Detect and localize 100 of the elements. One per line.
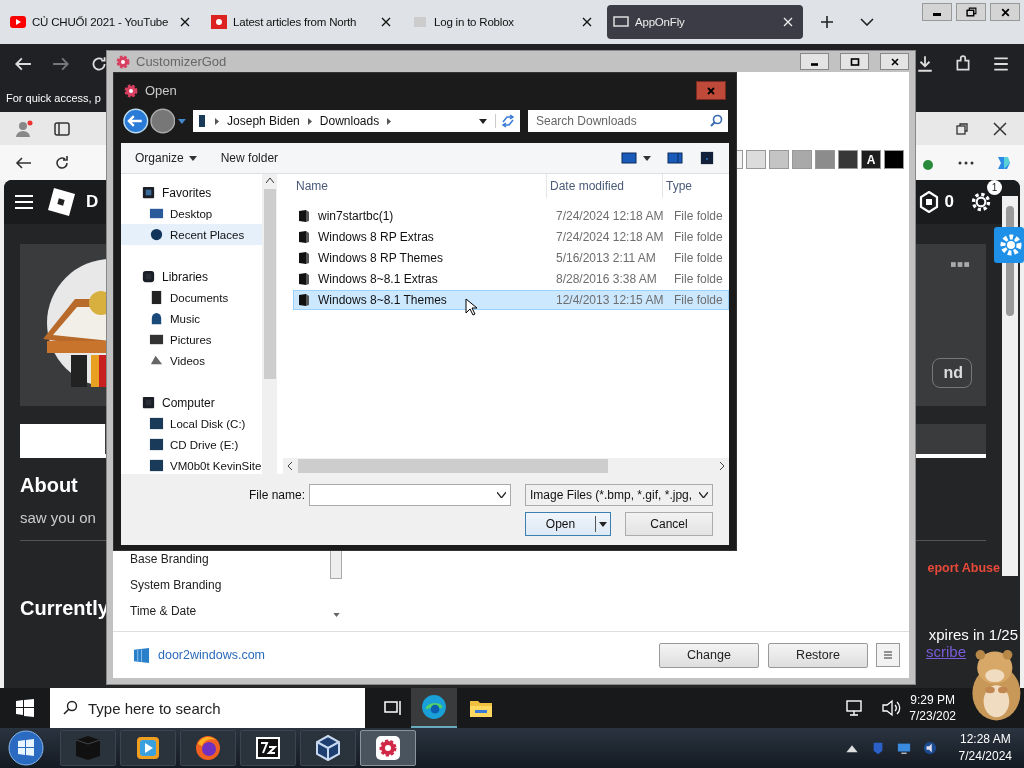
tree-item[interactable]: Music <box>121 308 262 329</box>
list-item[interactable]: Base Branding <box>130 552 330 566</box>
color-swatch[interactable] <box>838 150 858 169</box>
file-row[interactable]: Windows 8~8.1 Extras 8/28/2016 3:38 AM File folde <box>293 269 729 289</box>
volume-icon[interactable] <box>881 699 902 717</box>
chevron-icon[interactable] <box>860 18 874 26</box>
tree-item[interactable]: Computer <box>121 392 262 413</box>
scroll-left-icon[interactable] <box>287 462 292 470</box>
new-folder-button[interactable]: New folder <box>216 148 283 168</box>
view-dropdown-icon[interactable] <box>643 155 651 161</box>
reload-icon[interactable] <box>90 55 108 73</box>
tree-item[interactable]: Libraries <box>121 266 262 287</box>
browser-tab[interactable]: AppOnFly <box>607 5 803 39</box>
column-header[interactable]: Name <box>293 174 547 198</box>
file-name-field[interactable] <box>309 484 511 506</box>
start-orb-icon[interactable] <box>8 730 44 766</box>
tree-item[interactable]: Favorites <box>121 182 262 203</box>
tree-item[interactable]: Recent Places <box>121 224 262 245</box>
close-button[interactable] <box>880 53 909 70</box>
tree-item[interactable]: Desktop <box>121 203 262 224</box>
scrollbar[interactable] <box>1002 196 1018 576</box>
column-header[interactable]: Type <box>663 174 729 198</box>
color-swatch[interactable] <box>792 150 812 169</box>
close-icon[interactable] <box>180 17 190 27</box>
new-tab-icon[interactable] <box>820 15 834 29</box>
windows-logo-icon[interactable] <box>16 699 34 717</box>
history-dropdown-icon[interactable] <box>178 118 187 124</box>
tree-item[interactable]: Documents <box>121 287 262 308</box>
list-item[interactable]: Time & Date <box>130 604 330 618</box>
preview-pane-icon[interactable] <box>667 151 683 165</box>
taskbar-button[interactable] <box>120 730 176 766</box>
forward-icon[interactable] <box>52 55 70 73</box>
tree-item[interactable]: Local Disk (C:) <box>121 413 262 434</box>
action-button[interactable]: Change <box>659 642 759 668</box>
taskbar-button[interactable] <box>240 730 296 766</box>
friend-button[interactable]: nd <box>932 358 972 388</box>
caret-icon[interactable] <box>479 118 487 124</box>
download-icon[interactable] <box>916 55 934 73</box>
restore-button[interactable] <box>956 3 986 21</box>
chevron-icon[interactable] <box>387 117 392 125</box>
back-icon[interactable] <box>14 55 32 73</box>
file-row[interactable]: Windows 8~8.1 Themes 12/4/2013 12:15 AM File folde <box>293 290 729 310</box>
view-icon[interactable] <box>621 151 637 165</box>
robux-icon[interactable] <box>918 191 939 213</box>
back-icon[interactable] <box>123 108 149 134</box>
search-field[interactable]: Search Downloads <box>528 110 728 132</box>
more-icon[interactable] <box>951 262 970 268</box>
maximize-button[interactable] <box>840 53 869 70</box>
tree-item[interactable]: VM0b0t KevinSite <box>121 455 262 476</box>
close-button[interactable] <box>990 3 1020 21</box>
taskbar-button[interactable] <box>360 730 416 766</box>
forward-icon[interactable] <box>149 108 176 134</box>
website-link[interactable]: door2windows.com <box>158 648 265 662</box>
tree-item[interactable]: Pictures <box>121 329 262 350</box>
color-swatch[interactable]: A <box>861 150 881 169</box>
speaker-icon[interactable] <box>922 741 937 755</box>
browser-tab[interactable]: CỦ CHUỐI 2021 - YouTube <box>4 5 200 39</box>
file-row[interactable]: Windows 8 RP Themes 5/16/2013 2:11 AM File folde <box>293 248 729 268</box>
address-bar[interactable]: Joseph Biden Downloads <box>193 110 520 132</box>
breadcrumb-item[interactable]: Joseph Biden <box>227 114 300 128</box>
puzzle-icon[interactable] <box>954 55 972 73</box>
chevron-icon[interactable] <box>215 117 220 125</box>
close-icon[interactable] <box>582 17 592 27</box>
report-link[interactable]: eport Abuse <box>927 561 1000 575</box>
monitor-icon[interactable] <box>896 741 911 755</box>
close-icon[interactable] <box>381 17 391 27</box>
logo-icon[interactable] <box>46 187 76 217</box>
gear-icon[interactable] <box>994 227 1024 263</box>
tree-item[interactable]: CD Drive (E:) <box>121 434 262 455</box>
minimize-button[interactable] <box>922 3 952 21</box>
file-row[interactable]: win7startbc(1) 7/24/2024 12:18 AM File folde <box>293 206 729 226</box>
menu-icon[interactable] <box>992 55 1010 73</box>
folder-icon[interactable] <box>469 698 493 718</box>
column-header[interactable]: Date modified <box>547 174 663 198</box>
scroll-down-icon[interactable] <box>332 613 340 617</box>
help-icon[interactable] <box>699 151 715 165</box>
color-swatch[interactable] <box>746 150 766 169</box>
chevron-icon[interactable] <box>307 117 312 125</box>
color-swatch[interactable] <box>815 150 835 169</box>
color-swatch[interactable] <box>769 150 789 169</box>
list-item[interactable]: System Branding <box>130 578 330 592</box>
organize-button[interactable]: Organize <box>131 148 201 168</box>
search-field[interactable]: Type here to search <box>50 688 365 728</box>
caret-icon[interactable] <box>497 492 506 498</box>
tree-item[interactable]: Videos <box>121 350 262 371</box>
scroll-right-icon[interactable] <box>720 462 725 470</box>
scroll-up-icon[interactable] <box>265 178 274 183</box>
file-type-dropdown[interactable]: Image Files (*.bmp, *.gif, *.jpg, <box>525 484 713 506</box>
action-button[interactable]: Restore <box>768 642 868 668</box>
breadcrumb-item[interactable]: Downloads <box>319 114 380 128</box>
color-swatch[interactable] <box>884 150 904 169</box>
menu-button[interactable] <box>876 643 900 667</box>
browser-tab[interactable]: Latest articles from North <box>205 5 401 39</box>
cancel-button[interactable]: Cancel <box>625 512 713 536</box>
file-row[interactable]: Windows 8 RP Extras 7/24/2024 12:18 AM File folde <box>293 227 729 247</box>
scrollbar-thumb[interactable] <box>298 459 608 473</box>
taskbar-button[interactable] <box>180 730 236 766</box>
browser-tab[interactable]: Log in to Roblox <box>406 5 602 39</box>
open-menu-button[interactable] <box>595 516 610 532</box>
profile-icon[interactable] <box>14 118 34 139</box>
